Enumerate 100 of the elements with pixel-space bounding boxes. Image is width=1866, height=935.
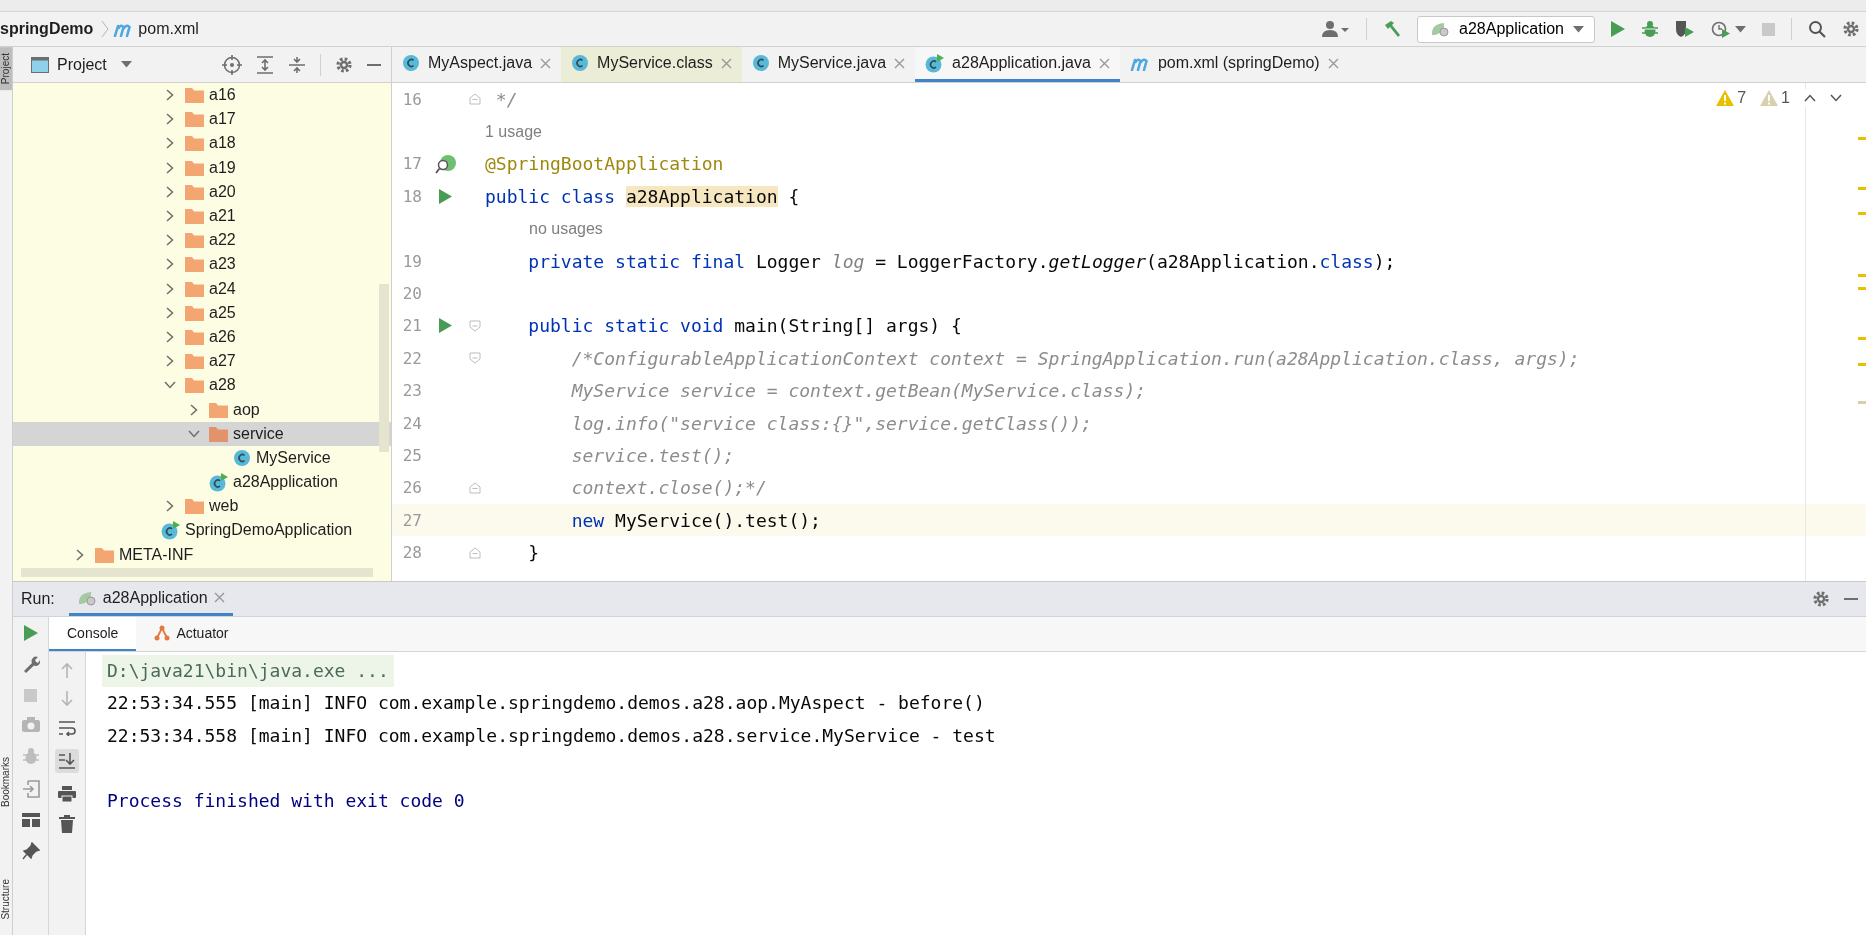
- layout-icon[interactable]: [21, 813, 40, 827]
- close-icon[interactable]: [894, 57, 906, 69]
- editor-tab[interactable]: MyService.java: [741, 47, 916, 82]
- code-line: new MyService().test();: [570, 509, 821, 531]
- editor-tab[interactable]: MyAspect.java: [392, 47, 562, 82]
- tree-item[interactable]: a28Application: [13, 470, 391, 495]
- chevron-right-icon[interactable]: [76, 548, 84, 561]
- tree-item[interactable]: a21: [13, 203, 391, 229]
- line-number: 24: [401, 413, 423, 433]
- user-icon[interactable]: [1322, 20, 1350, 38]
- run-icon[interactable]: [439, 318, 452, 334]
- settings-icon[interactable]: [335, 55, 353, 74]
- tree-item[interactable]: a22: [13, 228, 391, 253]
- editor-tab[interactable]: pom.xml (springDemo): [1119, 47, 1349, 82]
- tree-item[interactable]: a26: [13, 324, 391, 350]
- tool-window-tab[interactable]: Bookmarks: [0, 751, 12, 814]
- tool-window-tab[interactable]: Project: [0, 47, 12, 91]
- close-icon[interactable]: [1098, 57, 1110, 69]
- chevron-right-icon[interactable]: [166, 500, 174, 513]
- pin-icon[interactable]: [21, 842, 40, 860]
- tree-item[interactable]: a24: [13, 276, 391, 301]
- tree-item[interactable]: SpringDemoApplication: [13, 518, 391, 543]
- usage-hint[interactable]: no usages: [392, 219, 603, 238]
- chevron-right-icon[interactable]: [166, 282, 174, 295]
- close-icon[interactable]: [1327, 57, 1339, 69]
- tree-item[interactable]: a28: [13, 373, 391, 398]
- console-tab[interactable]: Actuator: [136, 617, 247, 651]
- tree-item[interactable]: a27: [13, 349, 391, 374]
- search-icon[interactable]: [1808, 20, 1826, 38]
- chevron-right-icon[interactable]: [166, 355, 174, 368]
- print-icon[interactable]: [58, 786, 76, 802]
- tree-item[interactable]: aop: [13, 397, 391, 422]
- chevron-right-icon[interactable]: [166, 210, 174, 223]
- usage-hint[interactable]: 1 usage: [392, 122, 542, 141]
- chevron-right-icon[interactable]: [166, 330, 174, 343]
- expand-all-icon[interactable]: [256, 55, 274, 74]
- run-icon[interactable]: [1611, 21, 1625, 37]
- chevron-right-icon[interactable]: [166, 258, 174, 271]
- hammer-icon[interactable]: [1383, 20, 1401, 38]
- caret-icon[interactable]: [1573, 25, 1584, 33]
- chevron-down-icon[interactable]: [164, 381, 176, 390]
- chevron-right-icon[interactable]: [166, 161, 174, 174]
- tree-item[interactable]: a17: [13, 107, 391, 132]
- settings-icon[interactable]: [1812, 590, 1830, 608]
- clock-run-icon[interactable]: [1711, 20, 1731, 38]
- scrollbar-thumb[interactable]: [21, 568, 373, 577]
- tree-item[interactable]: a19: [13, 155, 391, 180]
- chevron-right-icon[interactable]: [166, 234, 174, 247]
- tree-item[interactable]: service: [13, 421, 391, 446]
- bug-icon[interactable]: [1641, 20, 1659, 38]
- settings-icon[interactable]: [1842, 20, 1860, 38]
- tree-item[interactable]: a16: [13, 83, 391, 108]
- class-run-icon: [209, 472, 228, 492]
- chevron-right-icon[interactable]: [166, 113, 174, 126]
- panel-title[interactable]: Project: [57, 55, 107, 74]
- code-line: public static void main(String[] args) {: [527, 315, 962, 337]
- run-icon[interactable]: [439, 188, 452, 204]
- chevron-right-icon[interactable]: [166, 185, 174, 198]
- crosshair-icon[interactable]: [222, 54, 242, 75]
- line-number: 22: [401, 348, 423, 368]
- tool-window-tab[interactable]: Structure: [0, 873, 12, 926]
- breadcrumb[interactable]: pom.xml: [113, 20, 199, 38]
- close-icon[interactable]: [720, 57, 732, 69]
- chevron-right-icon[interactable]: [166, 89, 174, 102]
- editor-tab[interactable]: a28Application.java: [915, 47, 1120, 82]
- problem-count[interactable]: 7: [1716, 89, 1747, 107]
- chevron-right-icon[interactable]: [190, 403, 198, 416]
- chevron-right-icon[interactable]: [166, 137, 174, 150]
- tree-item[interactable]: a20: [13, 179, 391, 204]
- run-icon[interactable]: [23, 625, 38, 641]
- tree-item[interactable]: META-INF: [13, 542, 391, 567]
- problem-count[interactable]: 1: [1760, 89, 1790, 107]
- breadcrumb[interactable]: springDemo: [0, 20, 94, 38]
- collapse-all-icon[interactable]: [288, 55, 306, 74]
- chevron-right-icon[interactable]: [166, 306, 174, 319]
- wrap-icon[interactable]: [58, 720, 76, 736]
- tree-item[interactable]: MyService: [13, 445, 391, 470]
- trash-icon[interactable]: [59, 815, 75, 833]
- exit-icon[interactable]: [21, 780, 40, 798]
- chevron-up-icon[interactable]: [1804, 94, 1816, 102]
- tree-item[interactable]: web: [13, 494, 391, 519]
- minimize-icon[interactable]: [1844, 597, 1858, 601]
- caret-icon[interactable]: [1735, 25, 1746, 33]
- editor-tab[interactable]: MyService.class: [561, 47, 742, 82]
- tree-item[interactable]: a18: [13, 131, 391, 156]
- close-icon[interactable]: [213, 592, 225, 603]
- line-number: 21: [401, 316, 423, 336]
- tree-item[interactable]: a23: [13, 252, 391, 277]
- scroll-to-end-icon[interactable]: [58, 752, 76, 770]
- caret-icon[interactable]: [120, 61, 132, 68]
- tree-item[interactable]: a25: [13, 300, 391, 325]
- console-tab[interactable]: Console: [49, 617, 137, 651]
- run-configuration-dropdown[interactable]: a28Application: [1417, 15, 1595, 43]
- shield-run-icon[interactable]: [1675, 20, 1695, 38]
- bean-search-icon[interactable]: [434, 153, 457, 174]
- close-icon[interactable]: [540, 57, 552, 69]
- line-number: 20: [401, 284, 423, 304]
- chevron-down-icon[interactable]: [1830, 94, 1842, 102]
- chevron-down-icon[interactable]: [188, 429, 200, 438]
- scrollbar-thumb[interactable]: [379, 284, 389, 452]
